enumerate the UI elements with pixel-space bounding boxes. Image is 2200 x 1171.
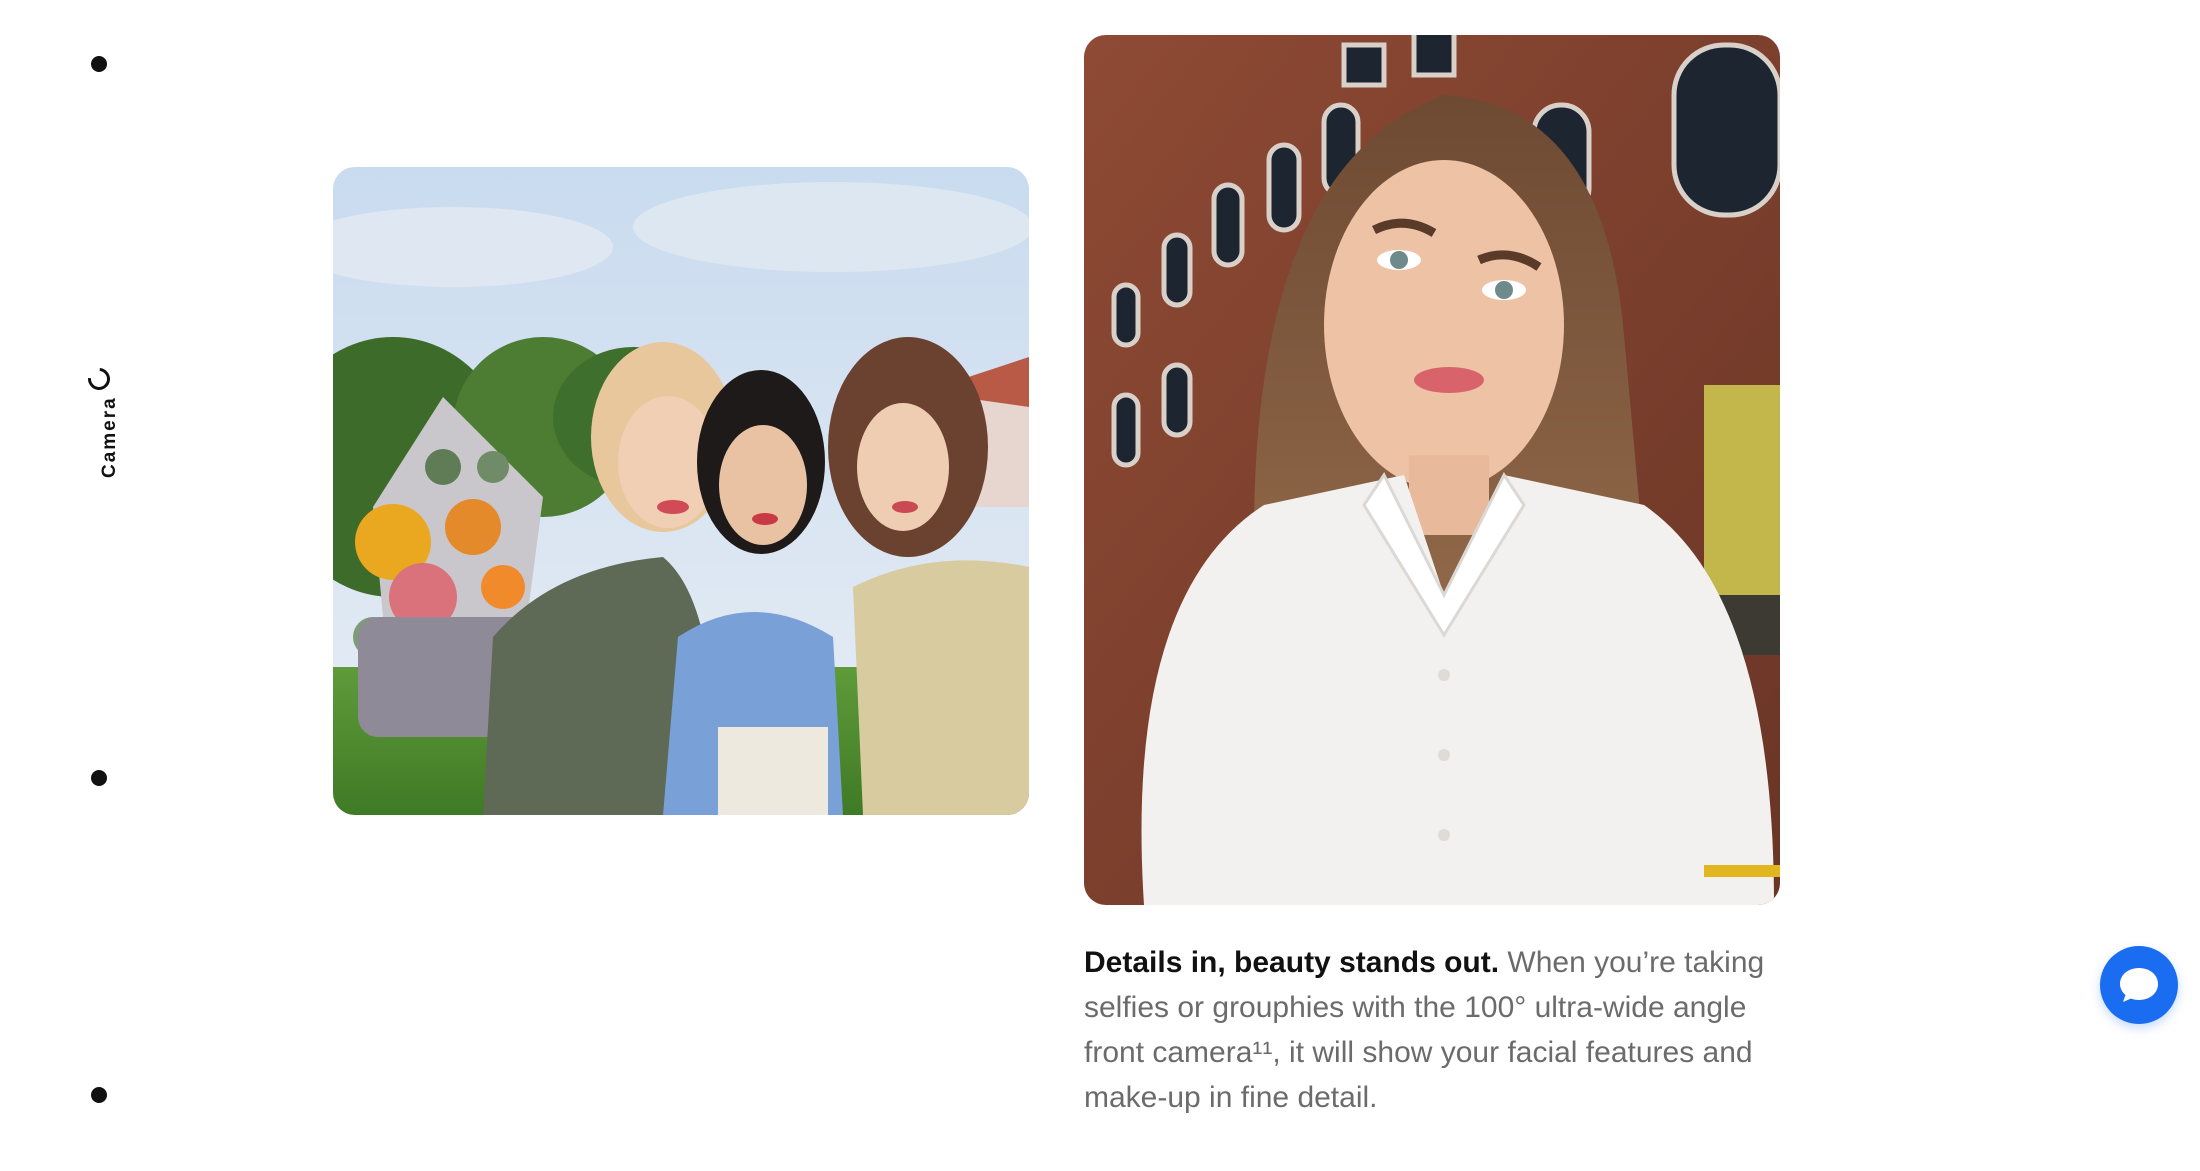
portrait-selfie-photo [1084,35,1780,905]
group-selfie-photo [333,167,1029,815]
chat-button[interactable] [2100,946,2178,1024]
progress-ring-icon [83,363,115,395]
caption-heading: Details in, beauty stands out. [1084,946,1500,979]
chat-bubble-icon [2120,968,2158,1002]
nav-item-camera-label: Camera [99,396,120,478]
nav-item-camera[interactable]: Camera [83,363,120,488]
nav-dot-section-3[interactable] [91,770,107,786]
section-side-nav: Camera [0,0,200,1171]
nav-dot-section-1[interactable] [91,56,107,72]
feature-caption: Details in, beauty stands out. When you’… [1084,940,1794,1120]
page: Camera Details in, beauty stands out. Wh… [0,0,2200,1171]
nav-dot-section-4[interactable] [91,1087,107,1103]
